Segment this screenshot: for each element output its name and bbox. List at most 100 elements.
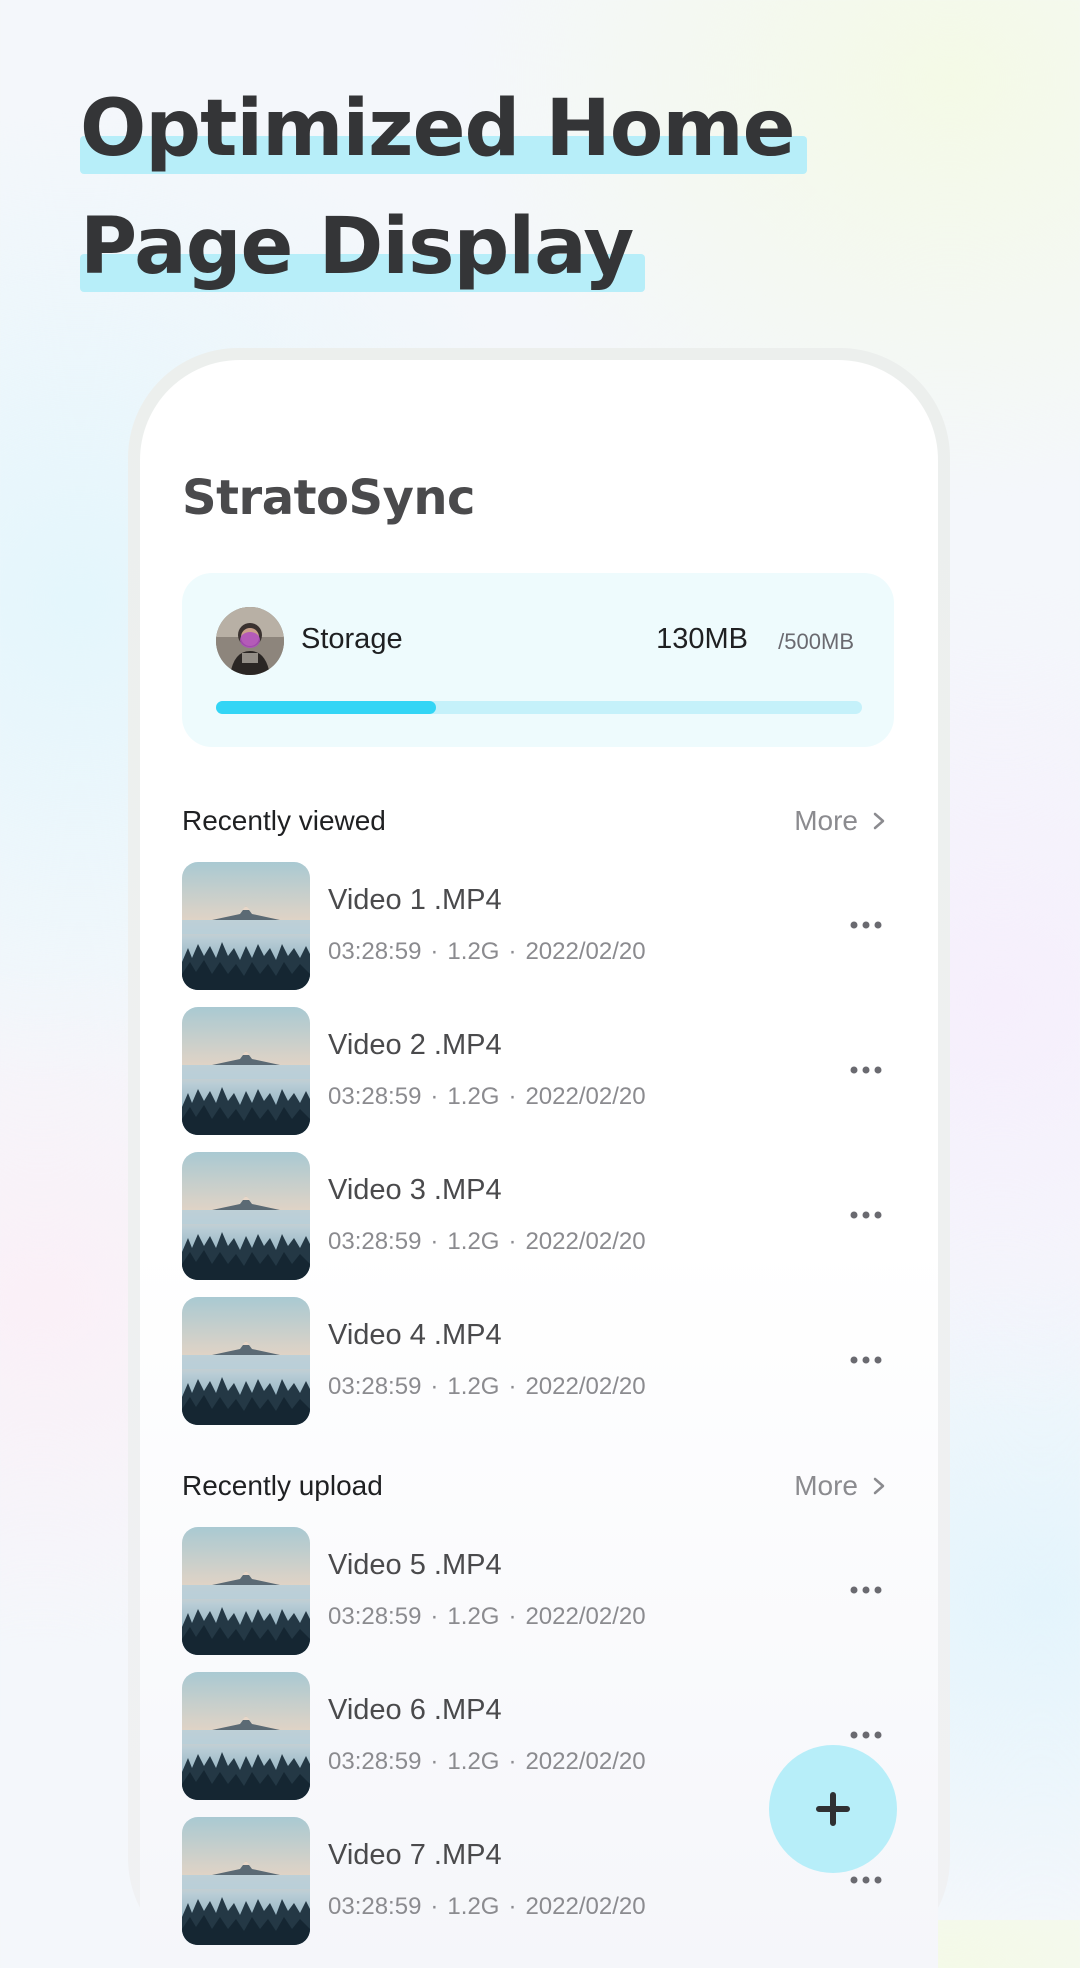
video-thumbnail [182,862,310,990]
meta-separator: · [430,1228,439,1255]
video-size: 1.2G [447,938,500,965]
video-date: 2022/02/20 [525,938,646,965]
meta-separator: · [508,1893,517,1920]
more-horizontal-icon[interactable] [846,1575,886,1605]
video-duration: 03:28:59 [328,1083,422,1110]
meta-separator: · [508,1373,517,1400]
section-header-recently-upload: Recently upload More [182,1470,894,1510]
more-horizontal-icon[interactable] [846,910,886,940]
video-size: 1.2G [447,1373,500,1400]
video-name: Video 1 .MP4 [328,884,502,916]
video-name: Video 6 .MP4 [328,1694,502,1726]
video-list-item[interactable]: Video 4 .MP4 03:28:59 · 1.2G · 2022/02/20 [182,1297,894,1425]
storage-progress-bar [216,701,862,714]
video-thumbnail [182,1152,310,1280]
video-name: Video 7 .MP4 [328,1839,502,1871]
storage-progress-fill [216,701,436,714]
meta-separator: · [430,1083,439,1110]
video-meta: 03:28:59 · 1.2G · 2022/02/20 [328,1083,646,1111]
video-thumbnail [182,1297,310,1425]
meta-separator: · [430,1893,439,1920]
video-size: 1.2G [447,1893,500,1920]
meta-separator: · [508,1603,517,1630]
headline-line-2: Page Display [80,188,646,306]
video-thumbnail [182,1672,310,1800]
meta-separator: · [508,1083,517,1110]
meta-separator: · [430,1603,439,1630]
video-meta: 03:28:59 · 1.2G · 2022/02/20 [328,938,646,966]
video-duration: 03:28:59 [328,1603,422,1630]
mountain-landscape-thumbnail [182,1007,310,1135]
video-meta: 03:28:59 · 1.2G · 2022/02/20 [328,1373,646,1401]
app-title: StratoSync [182,470,475,526]
mountain-landscape-thumbnail [182,1672,310,1800]
video-date: 2022/02/20 [525,1373,646,1400]
more-horizontal-icon[interactable] [846,1200,886,1230]
video-size: 1.2G [447,1748,500,1775]
mountain-landscape-thumbnail [182,1817,310,1945]
chevron-right-icon [873,812,885,830]
storage-label: Storage [301,623,403,655]
video-size: 1.2G [447,1228,500,1255]
more-horizontal-icon[interactable] [846,1345,886,1375]
video-size: 1.2G [447,1083,500,1110]
add-button[interactable] [769,1745,897,1873]
section-title: Recently viewed [182,805,386,836]
section-title: Recently upload [182,1470,383,1501]
video-date: 2022/02/20 [525,1228,646,1255]
video-duration: 03:28:59 [328,938,422,965]
storage-total: /500MB [778,629,854,654]
mountain-landscape-thumbnail [182,1152,310,1280]
storage-used: 130MB [656,623,748,655]
section-header-recently-viewed: Recently viewed More [182,805,894,845]
video-name: Video 2 .MP4 [328,1029,502,1061]
more-horizontal-icon[interactable] [846,1055,886,1085]
video-thumbnail [182,1007,310,1135]
video-name: Video 3 .MP4 [328,1174,502,1206]
video-meta: 03:28:59 · 1.2G · 2022/02/20 [328,1228,646,1256]
video-meta: 03:28:59 · 1.2G · 2022/02/20 [328,1748,646,1776]
headline: Optimized Home Page Display [80,70,807,306]
phone-frame: StratoSync Storage 130MB /500MB Recently… [128,348,950,1968]
more-label: More [794,1470,858,1501]
headline-line-1: Optimized Home [80,70,807,188]
video-duration: 03:28:59 [328,1893,422,1920]
video-date: 2022/02/20 [525,1893,646,1920]
more-link-recently-upload[interactable]: More [794,1470,886,1502]
meta-separator: · [430,938,439,965]
video-list-item[interactable]: Video 5 .MP4 03:28:59 · 1.2G · 2022/02/20 [182,1527,894,1655]
video-list-item[interactable]: Video 1 .MP4 03:28:59 · 1.2G · 2022/02/20 [182,862,894,990]
video-meta: 03:28:59 · 1.2G · 2022/02/20 [328,1893,646,1921]
meta-separator: · [508,1748,517,1775]
avatar[interactable] [216,607,284,675]
more-label: More [794,805,858,836]
meta-separator: · [430,1748,439,1775]
video-name: Video 4 .MP4 [328,1319,502,1351]
chevron-right-icon [873,1477,885,1495]
mountain-landscape-thumbnail [182,862,310,990]
app-screen: StratoSync Storage 130MB /500MB Recently… [140,360,938,1968]
video-duration: 03:28:59 [328,1373,422,1400]
meta-separator: · [508,1228,517,1255]
more-horizontal-icon[interactable] [846,1720,886,1750]
avatar-photo [216,607,284,675]
video-thumbnail [182,1817,310,1945]
video-name: Video 5 .MP4 [328,1549,502,1581]
video-date: 2022/02/20 [525,1083,646,1110]
video-duration: 03:28:59 [328,1748,422,1775]
plus-icon [816,1792,850,1826]
more-link-recently-viewed[interactable]: More [794,805,886,837]
meta-separator: · [508,938,517,965]
mountain-landscape-thumbnail [182,1297,310,1425]
storage-card[interactable]: Storage 130MB /500MB [182,573,894,747]
video-size: 1.2G [447,1603,500,1630]
video-list-item[interactable]: Video 3 .MP4 03:28:59 · 1.2G · 2022/02/20 [182,1152,894,1280]
video-duration: 03:28:59 [328,1228,422,1255]
video-date: 2022/02/20 [525,1748,646,1775]
video-date: 2022/02/20 [525,1603,646,1630]
video-meta: 03:28:59 · 1.2G · 2022/02/20 [328,1603,646,1631]
meta-separator: · [430,1373,439,1400]
video-thumbnail [182,1527,310,1655]
mountain-landscape-thumbnail [182,1527,310,1655]
video-list-item[interactable]: Video 2 .MP4 03:28:59 · 1.2G · 2022/02/20 [182,1007,894,1135]
